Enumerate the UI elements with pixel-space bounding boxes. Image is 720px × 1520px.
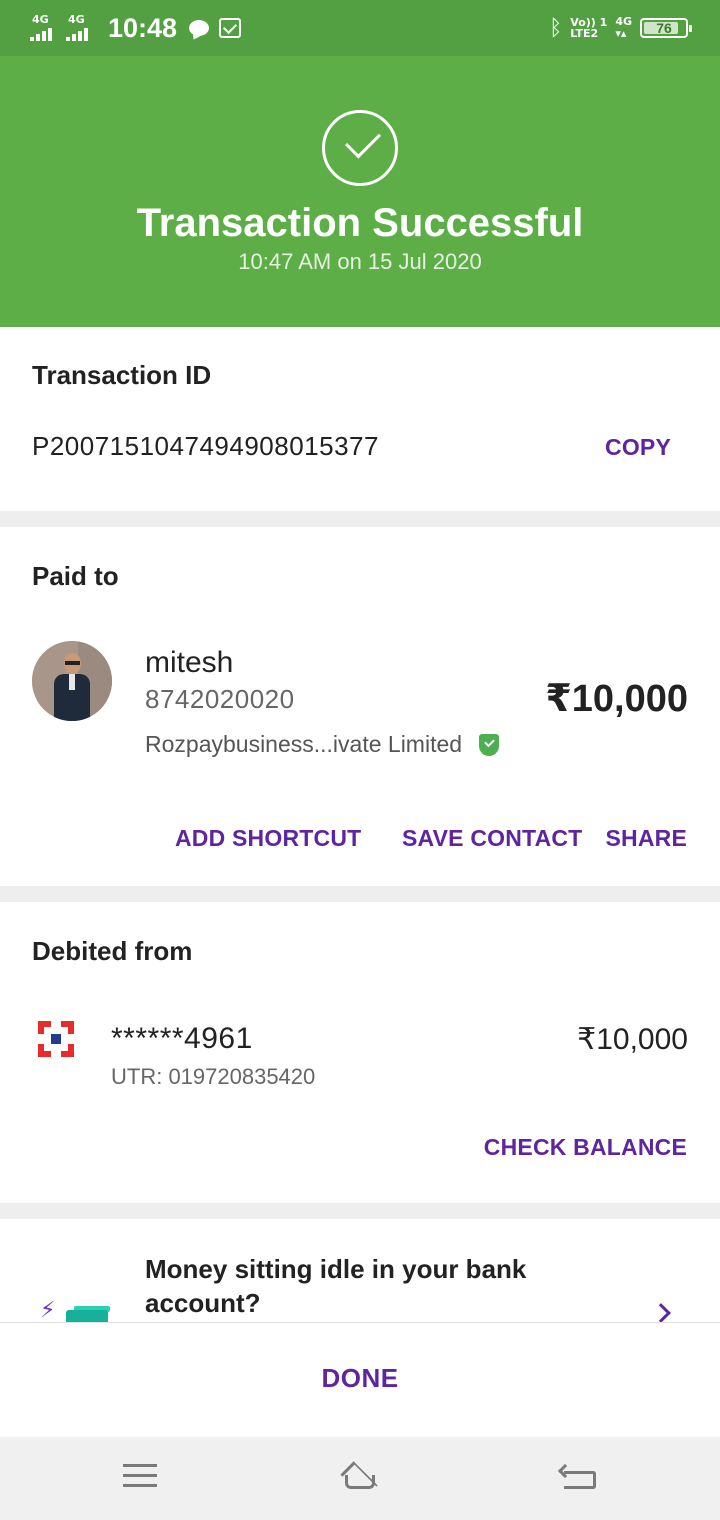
status-left: 4G 4G 10:48	[30, 12, 242, 44]
copy-button[interactable]: COPY	[605, 434, 671, 461]
debited-from-label: Debited from	[32, 936, 193, 966]
done-bar: DONE	[0, 1322, 720, 1437]
status-time: 10:48	[108, 12, 178, 43]
transaction-time: 10:47 AM on 15 Jul 2020	[238, 249, 482, 274]
home-icon[interactable]	[336, 1461, 384, 1499]
check-circle-icon	[322, 110, 398, 186]
payee-phone: 8742020020	[145, 684, 295, 714]
share-button[interactable]: SHARE	[605, 825, 687, 852]
account-number: ******4961	[111, 1022, 253, 1055]
check-balance-button[interactable]: CHECK BALANCE	[484, 1134, 687, 1161]
utr-number: UTR: 019720835420	[111, 1064, 316, 1089]
debited-amount: ₹10,000	[577, 1023, 688, 1056]
page-title: Transaction Successful	[136, 201, 584, 245]
section-divider	[0, 1203, 720, 1219]
sim1-signal-icon: 4G	[30, 13, 60, 43]
bluetooth-icon: ᛒ	[549, 15, 563, 41]
add-shortcut-button[interactable]: ADD SHORTCUT	[175, 825, 361, 852]
verified-shield-icon	[479, 734, 499, 756]
back-icon[interactable]	[557, 1463, 598, 1491]
paid-to-label: Paid to	[32, 561, 119, 591]
done-button[interactable]: DONE	[0, 1363, 720, 1394]
payee-organization: Rozpaybusiness...ivate Limited	[145, 731, 463, 757]
network-indicator: 4G ▾▴	[615, 15, 632, 40]
save-contact-button[interactable]: SAVE CONTACT	[402, 825, 582, 852]
transaction-success-screen: 4G 4G 10:48 ᛒ Vo)) 1 LTE2 4G ▾▴ 76 Trans…	[0, 0, 720, 1520]
payee-name: mitesh	[145, 646, 234, 679]
menu-icon[interactable]	[123, 1464, 157, 1488]
section-divider	[0, 511, 720, 527]
avatar	[32, 641, 112, 721]
transaction-id-label: Transaction ID	[32, 360, 212, 390]
battery-level: 76	[656, 20, 672, 36]
volte-indicator: Vo)) 1 LTE2	[570, 16, 608, 40]
money-icon: ⚡	[36, 1296, 112, 1324]
status-right: ᛒ Vo)) 1 LTE2 4G ▾▴ 76	[549, 12, 692, 44]
section-divider	[0, 886, 720, 902]
transaction-id-value: P2007151047494908015377	[32, 431, 379, 461]
success-header: Transaction Successful 10:47 AM on 15 Ju…	[0, 56, 720, 327]
bank-logo-icon	[38, 1021, 74, 1057]
mail-icon	[219, 18, 242, 38]
battery-icon: 76	[640, 18, 692, 38]
chevron-right-icon	[651, 1303, 671, 1323]
chat-icon	[189, 20, 210, 36]
status-bar: 4G 4G 10:48 ᛒ Vo)) 1 LTE2 4G ▾▴ 76	[0, 0, 720, 56]
paid-amount: ₹10,000	[545, 678, 688, 720]
promo-text: Money sitting idle in your bank account?	[145, 1254, 527, 1318]
sim2-signal-icon: 4G	[66, 13, 96, 43]
system-nav-bar	[0, 1437, 720, 1520]
